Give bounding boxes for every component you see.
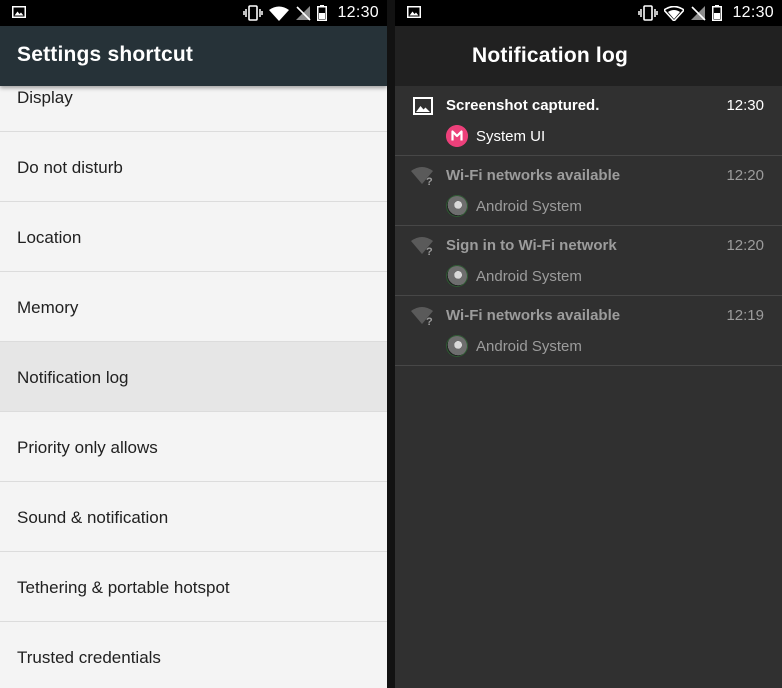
wifi-icon xyxy=(269,6,290,21)
notification-title: Wi-Fi networks available xyxy=(446,307,621,324)
settings-item-label: Memory xyxy=(17,298,79,317)
app-bar: Settings shortcut xyxy=(0,26,387,86)
notification-time: 12:19 xyxy=(726,307,764,324)
settings-item-notification-log[interactable]: Notification log xyxy=(0,342,387,412)
settings-item-tethering[interactable]: Tethering & portable hotspot xyxy=(0,552,387,622)
settings-item-label: Do not disturb xyxy=(17,158,123,177)
svg-text:?: ? xyxy=(426,316,433,326)
android-system-icon xyxy=(446,335,468,357)
no-sim-icon xyxy=(296,6,312,21)
notification-row[interactable]: ? Wi-Fi networks available 12:19 Android… xyxy=(395,296,782,366)
image-icon xyxy=(407,6,421,18)
settings-item-priority-only-allows[interactable]: Priority only allows xyxy=(0,412,387,482)
vibrate-icon xyxy=(243,5,264,21)
settings-item-label: Display xyxy=(17,88,73,107)
notification-time: 12:20 xyxy=(726,167,764,184)
notification-time: 12:30 xyxy=(726,97,764,114)
notification-app: Android System xyxy=(476,268,582,285)
status-time: 12:30 xyxy=(337,4,379,21)
status-bar: 12:30 xyxy=(395,0,782,26)
settings-item-label: Sound & notification xyxy=(17,508,169,527)
battery-icon xyxy=(712,5,723,21)
battery-icon xyxy=(317,5,328,21)
notification-row[interactable]: ? Wi-Fi networks available 12:20 Android… xyxy=(395,156,782,226)
notification-row[interactable]: Screenshot captured. 12:30 System UI xyxy=(395,86,782,156)
settings-item-do-not-disturb[interactable]: Do not disturb xyxy=(0,132,387,202)
settings-item-label: Tethering & portable hotspot xyxy=(17,578,230,597)
settings-item-trusted-credentials[interactable]: Trusted credentials xyxy=(0,622,387,688)
notification-title: Sign in to Wi-Fi network xyxy=(446,237,617,254)
wifi-question-icon: ? xyxy=(411,167,433,186)
settings-item-label: Location xyxy=(17,228,82,247)
settings-item-sound-notification[interactable]: Sound & notification xyxy=(0,482,387,552)
settings-item-label: Notification log xyxy=(17,368,129,387)
notification-app: System UI xyxy=(476,128,546,145)
settings-item-label: Priority only allows xyxy=(17,438,158,457)
vibrate-icon xyxy=(638,5,659,21)
wifi-question-icon: ? xyxy=(411,307,433,326)
notification-list: Screenshot captured. 12:30 System UI ? W… xyxy=(395,86,782,366)
wifi-icon xyxy=(664,5,685,21)
svg-text:?: ? xyxy=(426,246,433,256)
notification-title: Screenshot captured. xyxy=(446,97,600,114)
android-system-icon xyxy=(446,195,468,217)
image-icon xyxy=(413,97,433,115)
settings-item-memory[interactable]: Memory xyxy=(0,272,387,342)
svg-text:?: ? xyxy=(426,176,433,186)
notification-title: Wi-Fi networks available xyxy=(446,167,621,184)
app-bar: Notification log xyxy=(395,26,782,86)
status-time: 12:30 xyxy=(732,4,774,21)
image-icon xyxy=(12,6,26,18)
notification-row[interactable]: ? Sign in to Wi-Fi network 12:20 Android… xyxy=(395,226,782,296)
settings-item-location[interactable]: Location xyxy=(0,202,387,272)
page-title: Settings shortcut xyxy=(17,43,194,66)
notification-app: Android System xyxy=(476,338,582,355)
notification-time: 12:20 xyxy=(726,237,764,254)
page-title: Notification log xyxy=(472,44,629,67)
status-bar: 12:30 xyxy=(0,0,387,26)
settings-shortcut-screen: 12:30 Settings shortcut Display Do not d… xyxy=(0,0,387,688)
system-ui-icon xyxy=(446,125,468,147)
settings-list: Display Do not disturb Location Memory N… xyxy=(0,62,387,688)
android-system-icon xyxy=(446,265,468,287)
screen-divider xyxy=(387,0,395,688)
notification-log-screen: 12:30 Notification log Screenshot captur… xyxy=(395,0,782,688)
no-sim-icon xyxy=(691,6,707,21)
notification-app: Android System xyxy=(476,198,582,215)
settings-item-label: Trusted credentials xyxy=(17,648,161,667)
wifi-question-icon: ? xyxy=(411,237,433,256)
